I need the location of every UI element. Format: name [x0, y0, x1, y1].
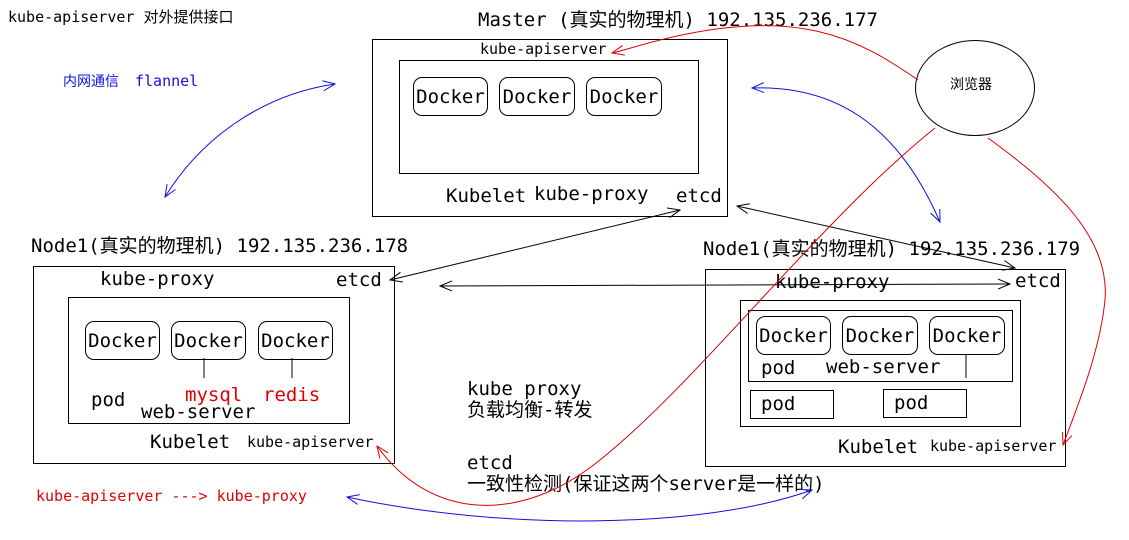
connector-layer [0, 25, 1106, 522]
browser-to-master-arrow [612, 25, 919, 81]
browser-to-node2-arrow [987, 137, 1106, 445]
browser-to-node1-arrow [377, 127, 936, 506]
flannel-arrow-bottom [347, 490, 812, 522]
flannel-arrow-left [165, 84, 335, 197]
flannel-arrow-right [752, 88, 940, 222]
etcd-master-node2-arrow [737, 206, 1015, 268]
etcd-master-node1-arrow [390, 210, 680, 280]
etcd-node1-node2-arrow [440, 284, 1010, 286]
